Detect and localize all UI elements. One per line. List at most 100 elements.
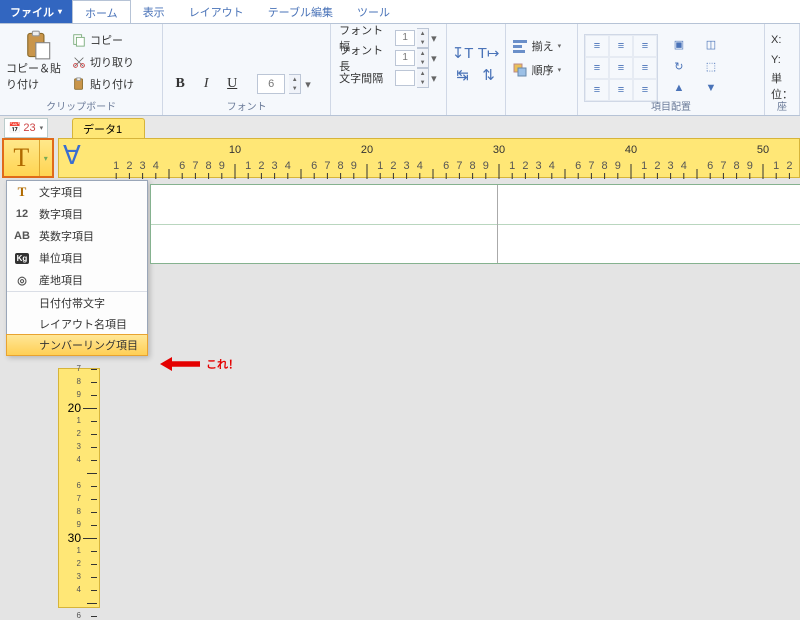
vert-text-button[interactable]: T↦ — [479, 43, 499, 63]
dropdown-item-6[interactable]: レイアウト名項目 — [7, 313, 147, 335]
svg-text:6: 6 — [443, 160, 449, 172]
size-button[interactable]: ⬚ — [700, 56, 722, 76]
text-tool-button[interactable]: T ▾ — [2, 138, 54, 178]
align-tc[interactable]: ≡ — [609, 35, 633, 57]
rotate-button[interactable]: ↻ — [668, 56, 690, 76]
svg-text:2: 2 — [390, 160, 396, 172]
label-canvas[interactable] — [150, 184, 800, 264]
tab-home[interactable]: ホーム — [72, 0, 131, 23]
underline-button[interactable]: U — [221, 74, 243, 94]
dropdown-item-label: レイアウト名項目 — [39, 316, 127, 332]
dropdown-item-label: 英数字項目 — [39, 228, 94, 244]
svg-text:2: 2 — [654, 160, 660, 172]
dropdown-item-3[interactable]: Kg単位項目 — [7, 247, 147, 269]
font-height-input[interactable]: 1 — [395, 50, 415, 66]
group-button-1[interactable]: ▣ — [668, 34, 690, 54]
svg-text:9: 9 — [615, 160, 621, 172]
canvas-vline — [497, 185, 498, 263]
align-label: 揃え — [532, 38, 554, 54]
svg-text:1: 1 — [113, 160, 119, 172]
svg-text:7: 7 — [456, 160, 462, 172]
dir-a-button[interactable]: ↹ — [453, 65, 473, 85]
align-tl[interactable]: ≡ — [585, 35, 609, 57]
tab-view[interactable]: 表示 — [131, 0, 177, 23]
svg-text:4: 4 — [285, 160, 291, 172]
align-menu[interactable]: 揃え▾ — [512, 34, 571, 58]
text-tool-dropdown-arrow[interactable]: ▾ — [39, 140, 52, 176]
paste-button[interactable]: コピー＆貼り付け — [6, 28, 68, 94]
dir-b-button[interactable]: ⇅ — [479, 65, 499, 85]
font-height-spinner[interactable]: ▲▼ — [417, 48, 429, 68]
order-icon — [512, 62, 528, 78]
svg-text:8: 8 — [602, 160, 608, 172]
group-clipboard: コピー＆貼り付け コピー 切り取り 貼り付け クリップボード — [0, 24, 163, 115]
dropdown-item-1[interactable]: 12数字項目 — [7, 203, 147, 225]
group-clipboard-label: クリップボード — [0, 98, 162, 113]
align-mr[interactable]: ≡ — [633, 57, 657, 79]
char-spacing-input[interactable] — [395, 70, 415, 86]
dropdown-item-0[interactable]: T文字項目 — [7, 181, 147, 203]
svg-text:40: 40 — [625, 144, 637, 156]
dropdown-item-icon — [13, 295, 31, 311]
dropdown-item-icon: Kg — [13, 250, 31, 266]
text-tool-icon: T — [4, 143, 39, 173]
svg-text:4: 4 — [417, 160, 423, 172]
group-coord: X: Y: 単位： 座 — [765, 24, 800, 115]
font-size-spinner[interactable]: ▲▼ — [289, 74, 301, 94]
svg-text:8: 8 — [470, 160, 476, 172]
dropdown-item-icon: ◎ — [13, 272, 31, 288]
align-icon — [512, 38, 528, 54]
svg-text:8: 8 — [734, 160, 740, 172]
cut-label: 切り取り — [90, 54, 134, 70]
group-fontprops: フォント幅1▲▼▾ フォント長1▲▼▾ 文字間隔▲▼▾ — [331, 24, 446, 115]
paste2-label: 貼り付け — [90, 76, 134, 92]
date-picker-button[interactable]: 📅23 — [4, 118, 48, 138]
svg-text:4: 4 — [681, 160, 687, 172]
svg-text:9: 9 — [351, 160, 357, 172]
bold-button[interactable]: B — [169, 74, 191, 94]
paste-label: コピー＆貼り付け — [6, 60, 68, 92]
tab-table[interactable]: テーブル編集 — [256, 0, 345, 23]
char-spacing-spinner[interactable]: ▲▼ — [417, 68, 429, 88]
svg-text:2: 2 — [258, 160, 264, 172]
flip-button[interactable]: ▲ — [668, 78, 690, 98]
dropdown-item-label: 日付付帯文字 — [39, 295, 105, 311]
svg-text:2: 2 — [126, 160, 132, 172]
tab-tool[interactable]: ツール — [345, 0, 402, 23]
svg-text:1: 1 — [509, 160, 515, 172]
copy-button[interactable]: コピー — [68, 30, 138, 50]
svg-text:8: 8 — [206, 160, 212, 172]
font-width-input[interactable]: 1 — [395, 30, 415, 46]
paste-small-button[interactable]: 貼り付け — [68, 74, 138, 94]
svg-text:2: 2 — [522, 160, 528, 172]
annotation-text: これ！ — [206, 356, 239, 372]
dropdown-item-7[interactable]: ナンバーリング項目 — [6, 334, 148, 356]
tab-file[interactable]: ファイル — [0, 0, 72, 23]
dropdown-item-2[interactable]: AB英数字項目 — [7, 225, 147, 247]
align-mc[interactable]: ≡ — [609, 57, 633, 79]
group-button-2[interactable]: ◫ — [700, 34, 722, 54]
italic-button[interactable]: I — [195, 74, 217, 94]
dropdown-item-5[interactable]: 日付付帯文字 — [7, 291, 147, 313]
copy-label: コピー — [90, 32, 123, 48]
tab-layout[interactable]: レイアウト — [177, 0, 256, 23]
font-width-spinner[interactable]: ▲▼ — [417, 28, 429, 48]
canvas-area: T ▾ T文字項目12数字項目AB英数字項目Kg単位項目◎産地項目日付付帯文字レ… — [0, 138, 800, 600]
svg-text:4: 4 — [549, 160, 555, 172]
align-tr[interactable]: ≡ — [633, 35, 657, 57]
font-size-input[interactable]: 6 — [257, 74, 285, 94]
svg-text:3: 3 — [536, 160, 542, 172]
align-ml[interactable]: ≡ — [585, 57, 609, 79]
order-menu[interactable]: 順序▾ — [512, 58, 571, 82]
svg-text:3: 3 — [404, 160, 410, 172]
document-tab-1[interactable]: データ1 — [72, 118, 145, 138]
dropdown-item-label: 文字項目 — [39, 184, 83, 200]
dropdown-item-icon — [13, 337, 31, 353]
horiz-text-button[interactable]: ↧T — [453, 43, 473, 63]
clipboard-icon — [23, 30, 51, 60]
ruler-horizontal: ∀ 12346789101234678920123467893012346789… — [58, 138, 800, 178]
dropdown-item-4[interactable]: ◎産地項目 — [7, 269, 147, 291]
lock-button[interactable]: ▼ — [700, 78, 722, 98]
order-label: 順序 — [532, 62, 554, 78]
cut-button[interactable]: 切り取り — [68, 52, 138, 72]
